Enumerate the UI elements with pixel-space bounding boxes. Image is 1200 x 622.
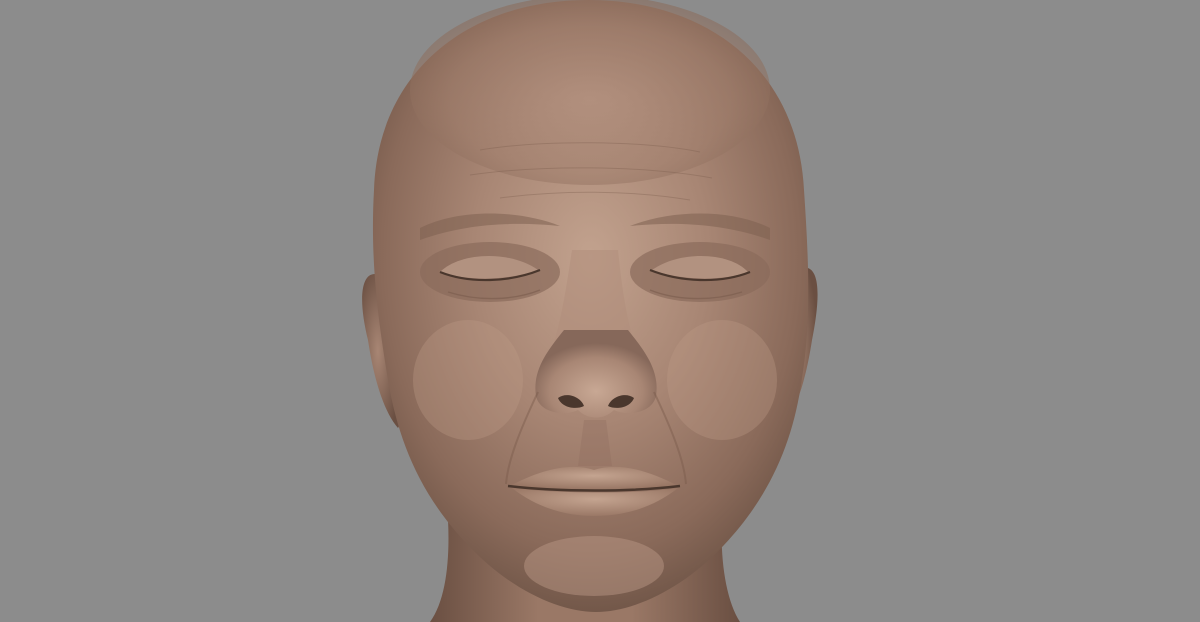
render-viewport xyxy=(0,0,1200,622)
left-cheek-highlight xyxy=(413,320,523,440)
head-sculpt-render xyxy=(362,0,818,622)
right-cheek-highlight xyxy=(667,320,777,440)
chin-highlight xyxy=(524,536,664,596)
cranium-highlight xyxy=(410,0,770,185)
